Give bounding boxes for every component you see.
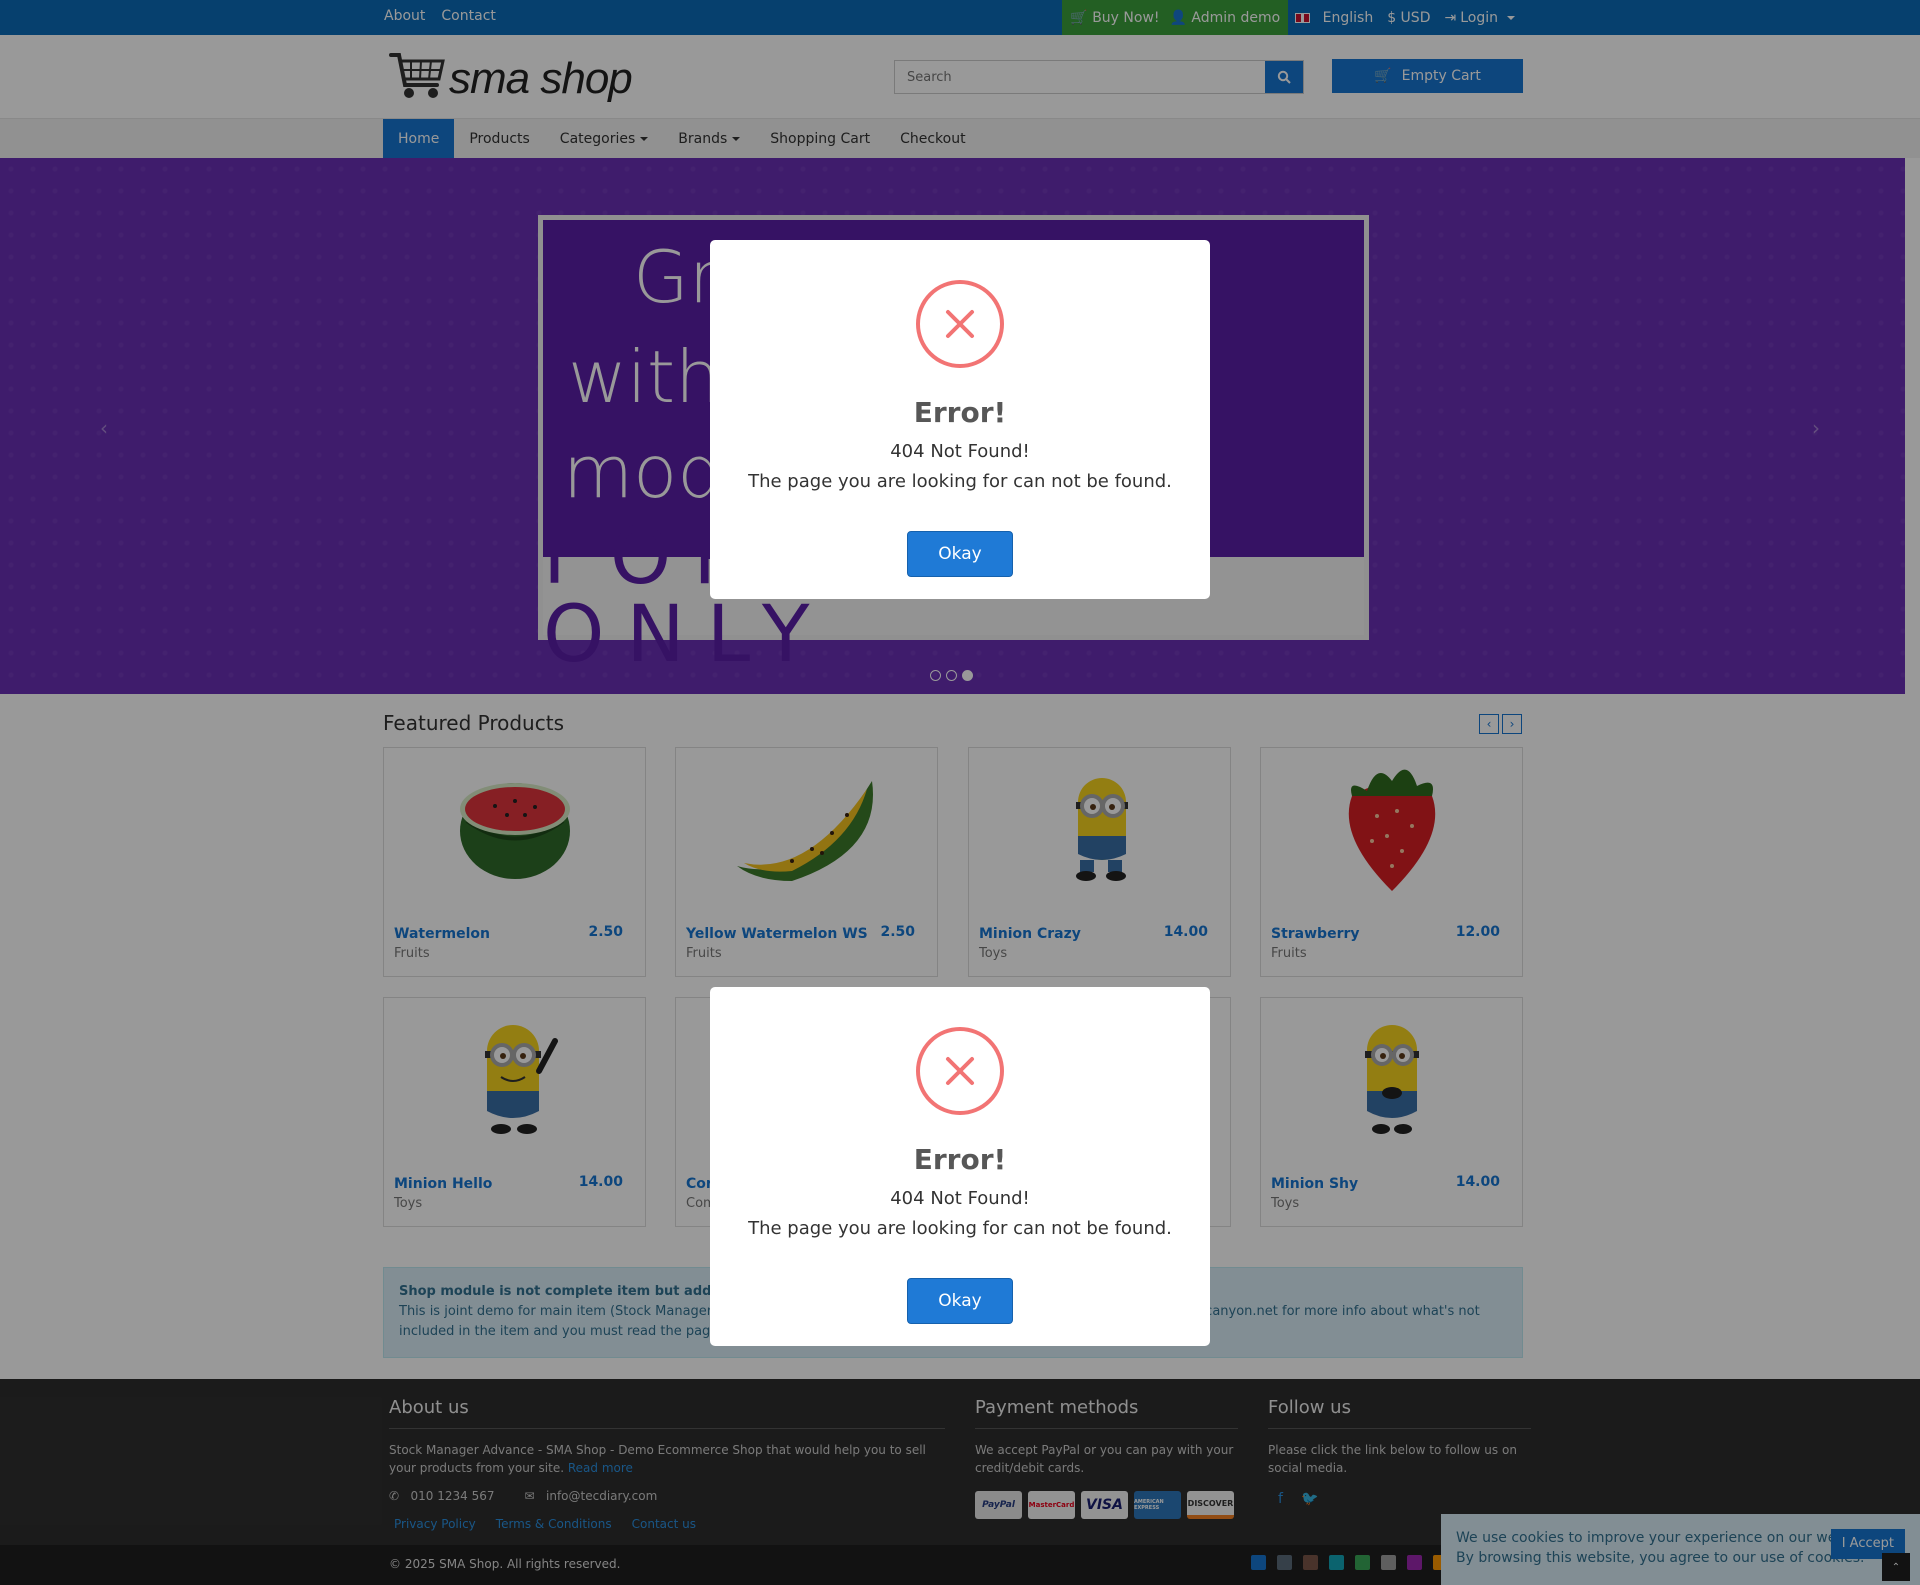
error-line-1: 404 Not Found! (890, 1188, 1030, 1209)
error-line-2: The page you are looking for can not be … (748, 471, 1172, 492)
error-line-1: 404 Not Found! (890, 441, 1030, 462)
error-x-icon (916, 280, 1004, 368)
error-title: Error! (913, 1143, 1007, 1176)
error-title: Error! (913, 396, 1007, 429)
error-modal: Error! 404 Not Found! The page you are l… (710, 987, 1210, 1346)
error-modal: Error! 404 Not Found! The page you are l… (710, 240, 1210, 599)
okay-button[interactable]: Okay (907, 531, 1013, 577)
okay-button[interactable]: Okay (907, 1278, 1013, 1324)
modal-overlay[interactable] (0, 0, 1920, 1585)
error-x-icon (916, 1027, 1004, 1115)
error-line-2: The page you are looking for can not be … (748, 1218, 1172, 1239)
